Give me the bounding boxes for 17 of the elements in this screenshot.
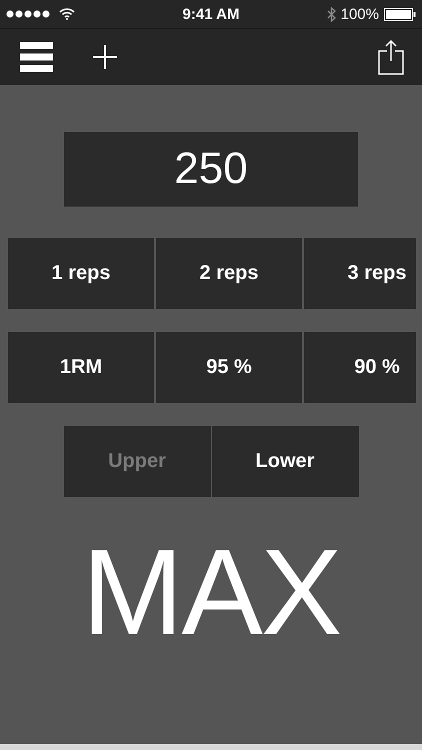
battery-icon (384, 8, 416, 20)
bound-toggle[interactable]: Lower (212, 426, 358, 497)
menu-icon[interactable] (20, 42, 53, 72)
bluetooth-icon (326, 6, 336, 22)
result-text: MAX (82, 525, 340, 660)
wifi-icon (59, 8, 75, 20)
share-icon[interactable] (378, 39, 404, 75)
add-icon[interactable] (93, 45, 117, 69)
weight-display[interactable]: 250 (64, 132, 358, 206)
percent-button[interactable]: 90 % (304, 332, 416, 403)
percent-button[interactable]: 95 % (156, 332, 302, 403)
battery-percent: 100% (340, 6, 379, 22)
reps-button[interactable]: 1 reps (8, 238, 154, 309)
reps-button[interactable]: 2 reps (156, 238, 302, 309)
status-time: 9:41 AM (182, 6, 240, 22)
reps-button[interactable]: 3 reps (304, 238, 416, 309)
percent-button[interactable]: 1RM (8, 332, 154, 403)
